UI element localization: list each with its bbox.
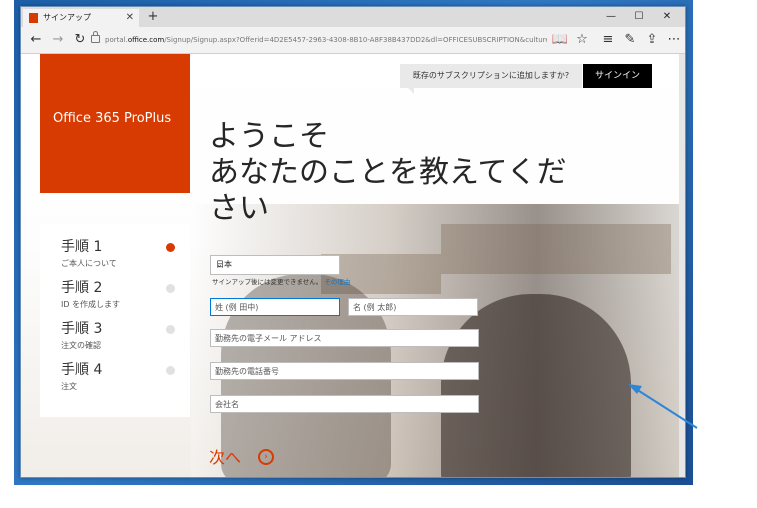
- callout-arrow-icon: [628, 384, 698, 429]
